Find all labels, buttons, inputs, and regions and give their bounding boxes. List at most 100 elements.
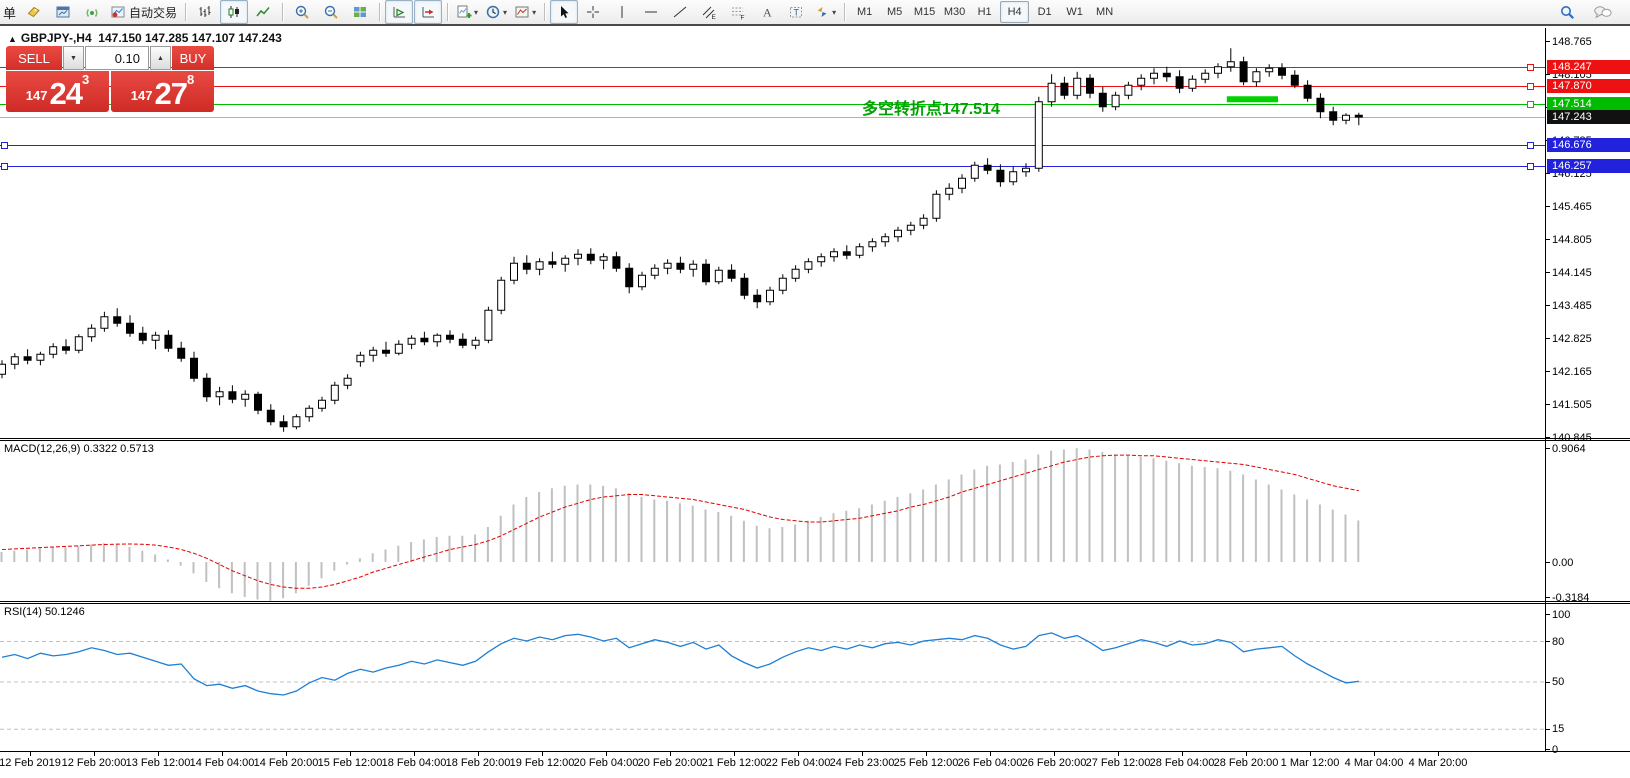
axis-tick bbox=[1545, 562, 1550, 563]
dropdown-caret-icon[interactable]: ▾ bbox=[532, 8, 536, 17]
macd-indicator-panel[interactable]: MACD(12,26,9) 0.3322 0.5713 bbox=[0, 441, 1630, 601]
macd-histogram-bar bbox=[973, 470, 975, 563]
time-tick-label: 18 Feb 04:00 bbox=[382, 757, 447, 769]
tile-windows-icon[interactable] bbox=[346, 0, 374, 24]
price-axis-line[interactable] bbox=[1545, 28, 1546, 751]
fibonacci-icon[interactable]: F bbox=[724, 0, 752, 24]
line-handle[interactable] bbox=[1528, 65, 1534, 71]
macd-histogram-bar bbox=[1268, 485, 1270, 563]
axis-tick bbox=[1545, 41, 1550, 42]
axis-tick bbox=[1545, 206, 1550, 207]
volume-increase-button[interactable]: ▲ bbox=[150, 46, 171, 70]
zoom-in-icon[interactable] bbox=[288, 0, 316, 24]
macd-histogram-bar bbox=[1217, 468, 1219, 562]
new-chart-icon[interactable]: ▾ bbox=[453, 0, 481, 24]
macd-histogram-bar bbox=[1229, 471, 1231, 562]
dropdown-caret-icon[interactable]: ▾ bbox=[832, 8, 836, 17]
rsi-chart[interactable] bbox=[0, 604, 1545, 751]
cursor-icon[interactable] bbox=[550, 0, 578, 24]
candle-body bbox=[575, 254, 582, 258]
macd-chart[interactable] bbox=[0, 441, 1545, 601]
timeframe-button-m30[interactable]: M30 bbox=[940, 1, 969, 23]
macd-histogram-bar bbox=[1306, 500, 1308, 563]
chart-shift-icon[interactable] bbox=[414, 0, 442, 24]
time-tick-label: 20 Feb 20:00 bbox=[638, 757, 703, 769]
horizontal-line-icon[interactable] bbox=[637, 0, 665, 24]
line-chart-icon[interactable] bbox=[249, 0, 277, 24]
menu-char[interactable]: 单 bbox=[3, 3, 19, 22]
auto-scroll-icon[interactable] bbox=[385, 0, 413, 24]
candlestick-icon[interactable] bbox=[220, 0, 248, 24]
sell-button[interactable]: SELL bbox=[6, 46, 62, 70]
panel-separator[interactable] bbox=[0, 438, 1630, 439]
text-icon[interactable]: A bbox=[753, 0, 781, 24]
timeframe-button-h1[interactable]: H1 bbox=[970, 1, 999, 23]
line-handle[interactable] bbox=[1528, 143, 1534, 149]
line-handle[interactable] bbox=[2, 164, 8, 170]
equidistant-channel-icon[interactable]: E bbox=[695, 0, 723, 24]
macd-histogram-bar bbox=[1319, 505, 1321, 563]
line-handle[interactable] bbox=[1528, 102, 1534, 108]
zoom-out-icon[interactable] bbox=[317, 0, 345, 24]
time-tick-label: 12 Feb 2019 bbox=[0, 757, 61, 769]
line-handle[interactable] bbox=[1528, 84, 1534, 90]
price-tick-label: 143.485 bbox=[1552, 300, 1592, 312]
vertical-line-icon[interactable] bbox=[608, 0, 636, 24]
search-icon[interactable] bbox=[1553, 0, 1581, 24]
macd-histogram-bar bbox=[346, 562, 348, 565]
bar-chart-icon[interactable] bbox=[191, 0, 219, 24]
candle-body bbox=[101, 317, 108, 329]
crosshair-icon[interactable] bbox=[579, 0, 607, 24]
price-chart-panel[interactable]: 多空转折点147.514 bbox=[0, 28, 1630, 438]
chat-icon[interactable] bbox=[1589, 0, 1617, 24]
time-tick-label: 24 Feb 23:00 bbox=[830, 757, 895, 769]
buy-quote[interactable]: 147 27 8 bbox=[111, 71, 214, 112]
macd-histogram-bar bbox=[65, 547, 67, 562]
highlight-segment[interactable] bbox=[1227, 96, 1278, 102]
panel-separator[interactable] bbox=[0, 601, 1630, 602]
main-toolbar: 单 自动交易 ▾ ▾ ▾ EFAT ▾ M1M5M15M30H1H4D1W1MN bbox=[0, 0, 1630, 26]
rsi-tick-label: 0 bbox=[1552, 744, 1558, 756]
panel-separator[interactable] bbox=[0, 440, 1630, 441]
timeframe-button-m5[interactable]: M5 bbox=[880, 1, 909, 23]
timeframe-button-m15[interactable]: M15 bbox=[910, 1, 939, 23]
candle-body bbox=[421, 338, 428, 342]
buy-button[interactable]: BUY bbox=[172, 46, 214, 70]
candle-body bbox=[639, 275, 646, 287]
macd-histogram-bar bbox=[129, 547, 131, 562]
price-tick-label: 144.145 bbox=[1552, 267, 1592, 279]
volume-input[interactable]: 0.10 bbox=[85, 46, 149, 70]
volume-decrease-button[interactable]: ▼ bbox=[63, 46, 84, 70]
candle-body bbox=[395, 344, 402, 353]
candlestick-chart[interactable] bbox=[0, 28, 1545, 438]
autotrade-button[interactable]: 自动交易 bbox=[107, 0, 180, 24]
macd-histogram-bar bbox=[935, 485, 937, 563]
chart-window-icon[interactable] bbox=[49, 0, 77, 24]
trendline-icon[interactable] bbox=[666, 0, 694, 24]
timeframe-button-w1[interactable]: W1 bbox=[1060, 1, 1089, 23]
arrows-icon[interactable]: ▾ bbox=[811, 0, 839, 24]
candle-body bbox=[971, 165, 978, 178]
line-handle[interactable] bbox=[2, 143, 8, 149]
axis-tick bbox=[1545, 437, 1550, 438]
dropdown-caret-icon[interactable]: ▾ bbox=[503, 8, 507, 17]
signals-icon[interactable] bbox=[78, 0, 106, 24]
timeframe-button-h4[interactable]: H4 bbox=[1000, 1, 1029, 23]
panel-separator[interactable] bbox=[0, 603, 1630, 604]
label-icon[interactable]: T bbox=[782, 0, 810, 24]
candle-body bbox=[664, 263, 671, 268]
time-axis[interactable]: 12 Feb 201912 Feb 20:0013 Feb 12:0014 Fe… bbox=[0, 751, 1630, 778]
new-order-icon[interactable] bbox=[20, 0, 48, 24]
timeframe-button-m1[interactable]: M1 bbox=[850, 1, 879, 23]
dropdown-caret-icon[interactable]: ▾ bbox=[474, 8, 478, 17]
timeframe-button-mn[interactable]: MN bbox=[1090, 1, 1119, 23]
macd-histogram-bar bbox=[1037, 455, 1039, 563]
macd-histogram-bar bbox=[577, 485, 579, 563]
timeframe-button-d1[interactable]: D1 bbox=[1030, 1, 1059, 23]
sell-quote[interactable]: 147 24 3 bbox=[6, 71, 109, 112]
rsi-indicator-panel[interactable]: RSI(14) 50.1246 bbox=[0, 604, 1630, 751]
templates-icon[interactable]: ▾ bbox=[511, 0, 539, 24]
line-handle[interactable] bbox=[1528, 164, 1534, 170]
periods-icon[interactable]: ▾ bbox=[482, 0, 510, 24]
collapse-triangle-icon[interactable]: ▲ bbox=[8, 34, 17, 44]
